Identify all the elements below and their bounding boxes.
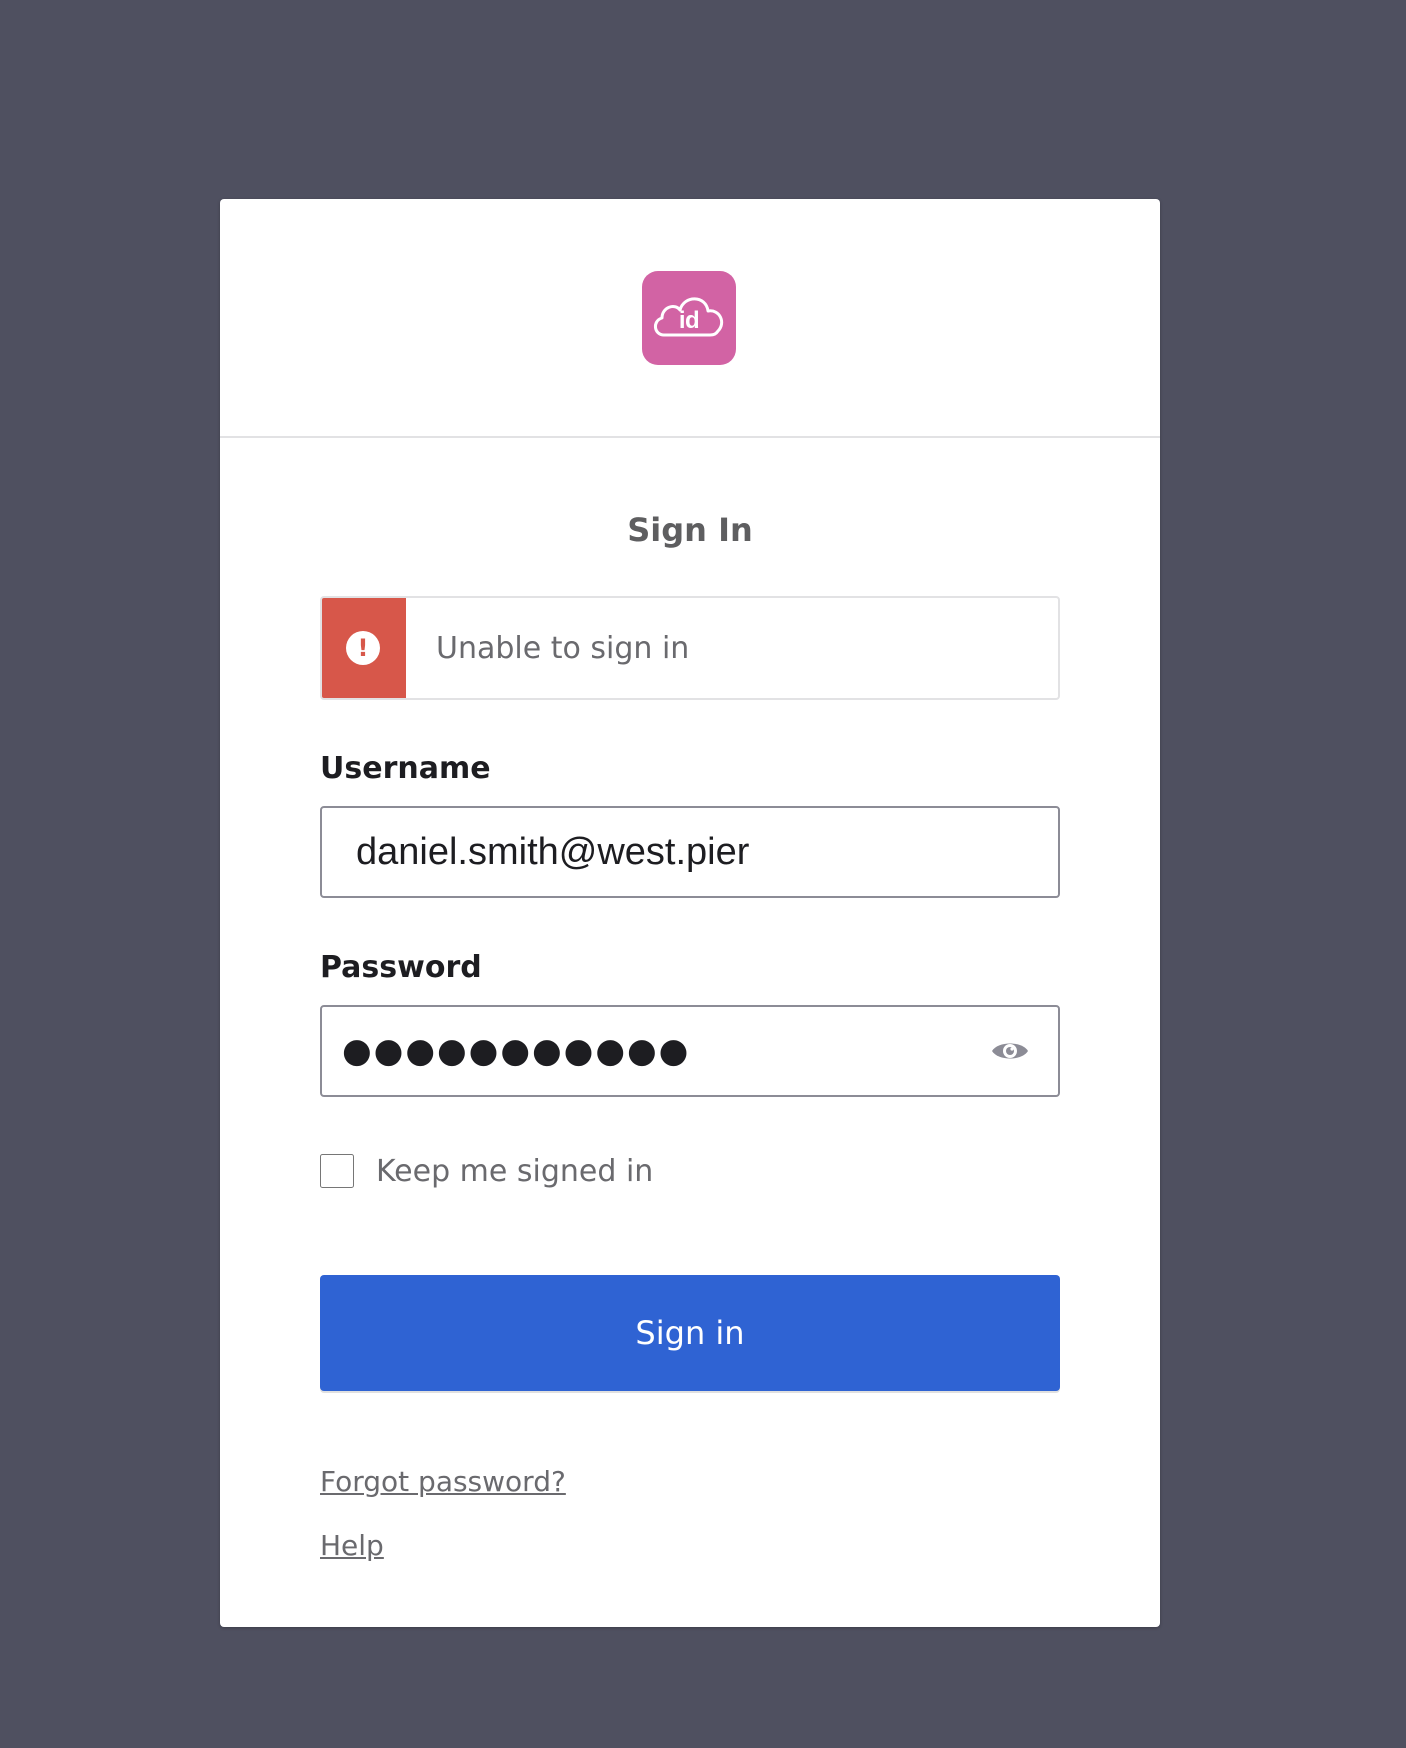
card-header: id — [220, 199, 1160, 438]
sign-in-card: id Sign In ! Unable to sign in Username … — [220, 199, 1160, 1627]
error-icon-cell: ! — [322, 598, 406, 698]
keep-signed-in-row: Keep me signed in — [320, 1151, 653, 1191]
show-password-button[interactable] — [988, 1031, 1032, 1071]
password-label: Password — [320, 950, 482, 985]
password-input[interactable] — [320, 1005, 1060, 1097]
error-alert: ! Unable to sign in — [320, 596, 1060, 700]
keep-signed-in-checkbox[interactable] — [320, 1154, 354, 1188]
logo-text: id — [678, 307, 700, 334]
help-link[interactable]: Help — [320, 1529, 384, 1562]
exclamation-icon: ! — [346, 631, 380, 665]
page-title: Sign In — [627, 511, 753, 549]
forgot-password-link[interactable]: Forgot password? — [320, 1465, 566, 1498]
username-input[interactable] — [320, 806, 1060, 898]
keep-signed-in-label[interactable]: Keep me signed in — [376, 1154, 653, 1189]
username-label: Username — [320, 751, 491, 786]
cloud-id-logo: id — [642, 271, 736, 365]
sign-in-button[interactable]: Sign in — [320, 1275, 1060, 1391]
error-message: Unable to sign in — [436, 630, 690, 666]
eye-icon — [992, 1043, 1028, 1059]
